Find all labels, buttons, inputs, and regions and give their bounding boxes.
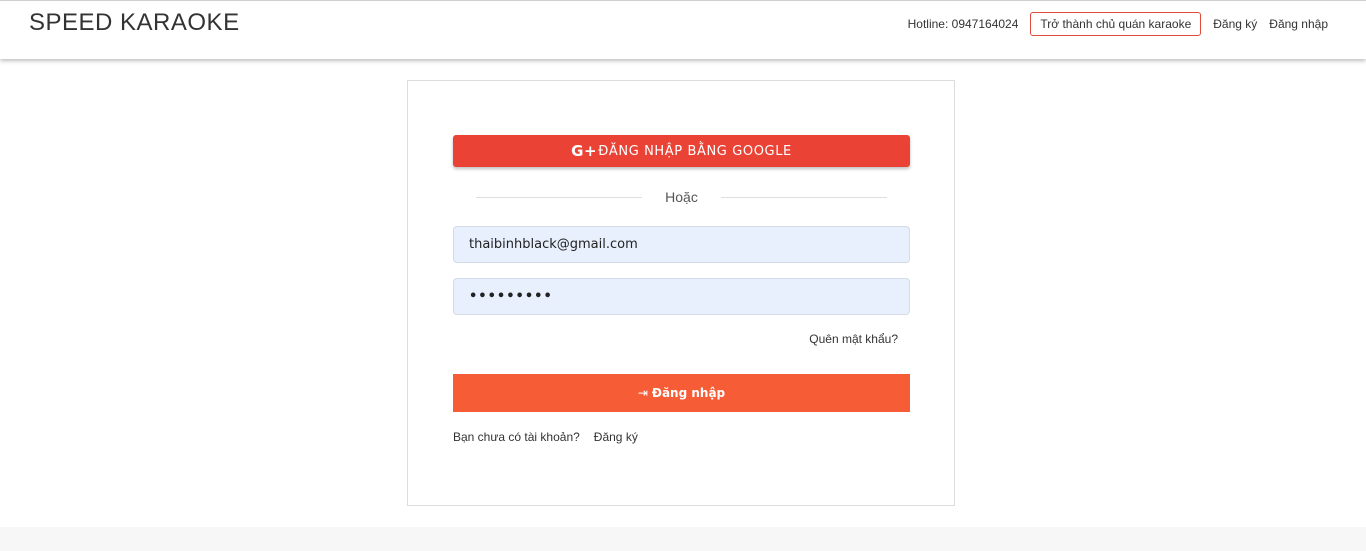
google-plus-icon: G+ bbox=[571, 142, 598, 160]
signup-link[interactable]: Đăng ký bbox=[594, 430, 638, 444]
main-content: G+ ĐĂNG NHẬP BẰNG GOOGLE Hoặc thaibinhbl… bbox=[0, 59, 1366, 527]
no-account-text: Bạn chưa có tài khoản? bbox=[453, 430, 580, 444]
nav-register-link[interactable]: Đăng ký bbox=[1213, 17, 1257, 31]
top-navbar: SPEED KARAOKE Hotline: 0947164024 Trở th… bbox=[0, 0, 1366, 59]
sign-in-icon: ⇥ bbox=[637, 386, 648, 400]
brand-logo[interactable]: SPEED KARAOKE bbox=[29, 9, 240, 37]
divider-line-left bbox=[476, 196, 642, 198]
page: SPEED KARAOKE Hotline: 0947164024 Trở th… bbox=[0, 0, 1366, 551]
google-login-label: ĐĂNG NHẬP BẰNG GOOGLE bbox=[598, 143, 792, 159]
login-button-label: Đăng nhập bbox=[651, 386, 726, 400]
nav-links: Hotline: 0947164024 Trở thành chủ quán k… bbox=[908, 12, 1328, 36]
footer-strip bbox=[0, 527, 1366, 551]
or-divider: Hoặc bbox=[476, 187, 887, 207]
nav-login-link[interactable]: Đăng nhập bbox=[1269, 17, 1328, 31]
login-card: G+ ĐĂNG NHẬP BẰNG GOOGLE Hoặc thaibinhbl… bbox=[407, 80, 955, 506]
password-value: ••••••••• bbox=[469, 289, 553, 304]
email-value: thaibinhblack@gmail.com bbox=[469, 237, 638, 252]
password-field[interactable]: ••••••••• bbox=[453, 278, 910, 315]
login-button[interactable]: ⇥ Đăng nhập bbox=[453, 374, 910, 412]
forgot-password-link[interactable]: Quên mật khẩu? bbox=[809, 332, 898, 346]
become-owner-button[interactable]: Trở thành chủ quán karaoke bbox=[1030, 12, 1202, 36]
divider-text: Hoặc bbox=[665, 189, 698, 205]
divider-line-right bbox=[721, 196, 887, 198]
google-login-button[interactable]: G+ ĐĂNG NHẬP BẰNG GOOGLE bbox=[453, 135, 910, 167]
email-field[interactable]: thaibinhblack@gmail.com bbox=[453, 226, 910, 263]
signup-prompt: Bạn chưa có tài khoản? Đăng ký bbox=[453, 430, 638, 444]
hotline-text: Hotline: 0947164024 bbox=[907, 17, 1019, 31]
